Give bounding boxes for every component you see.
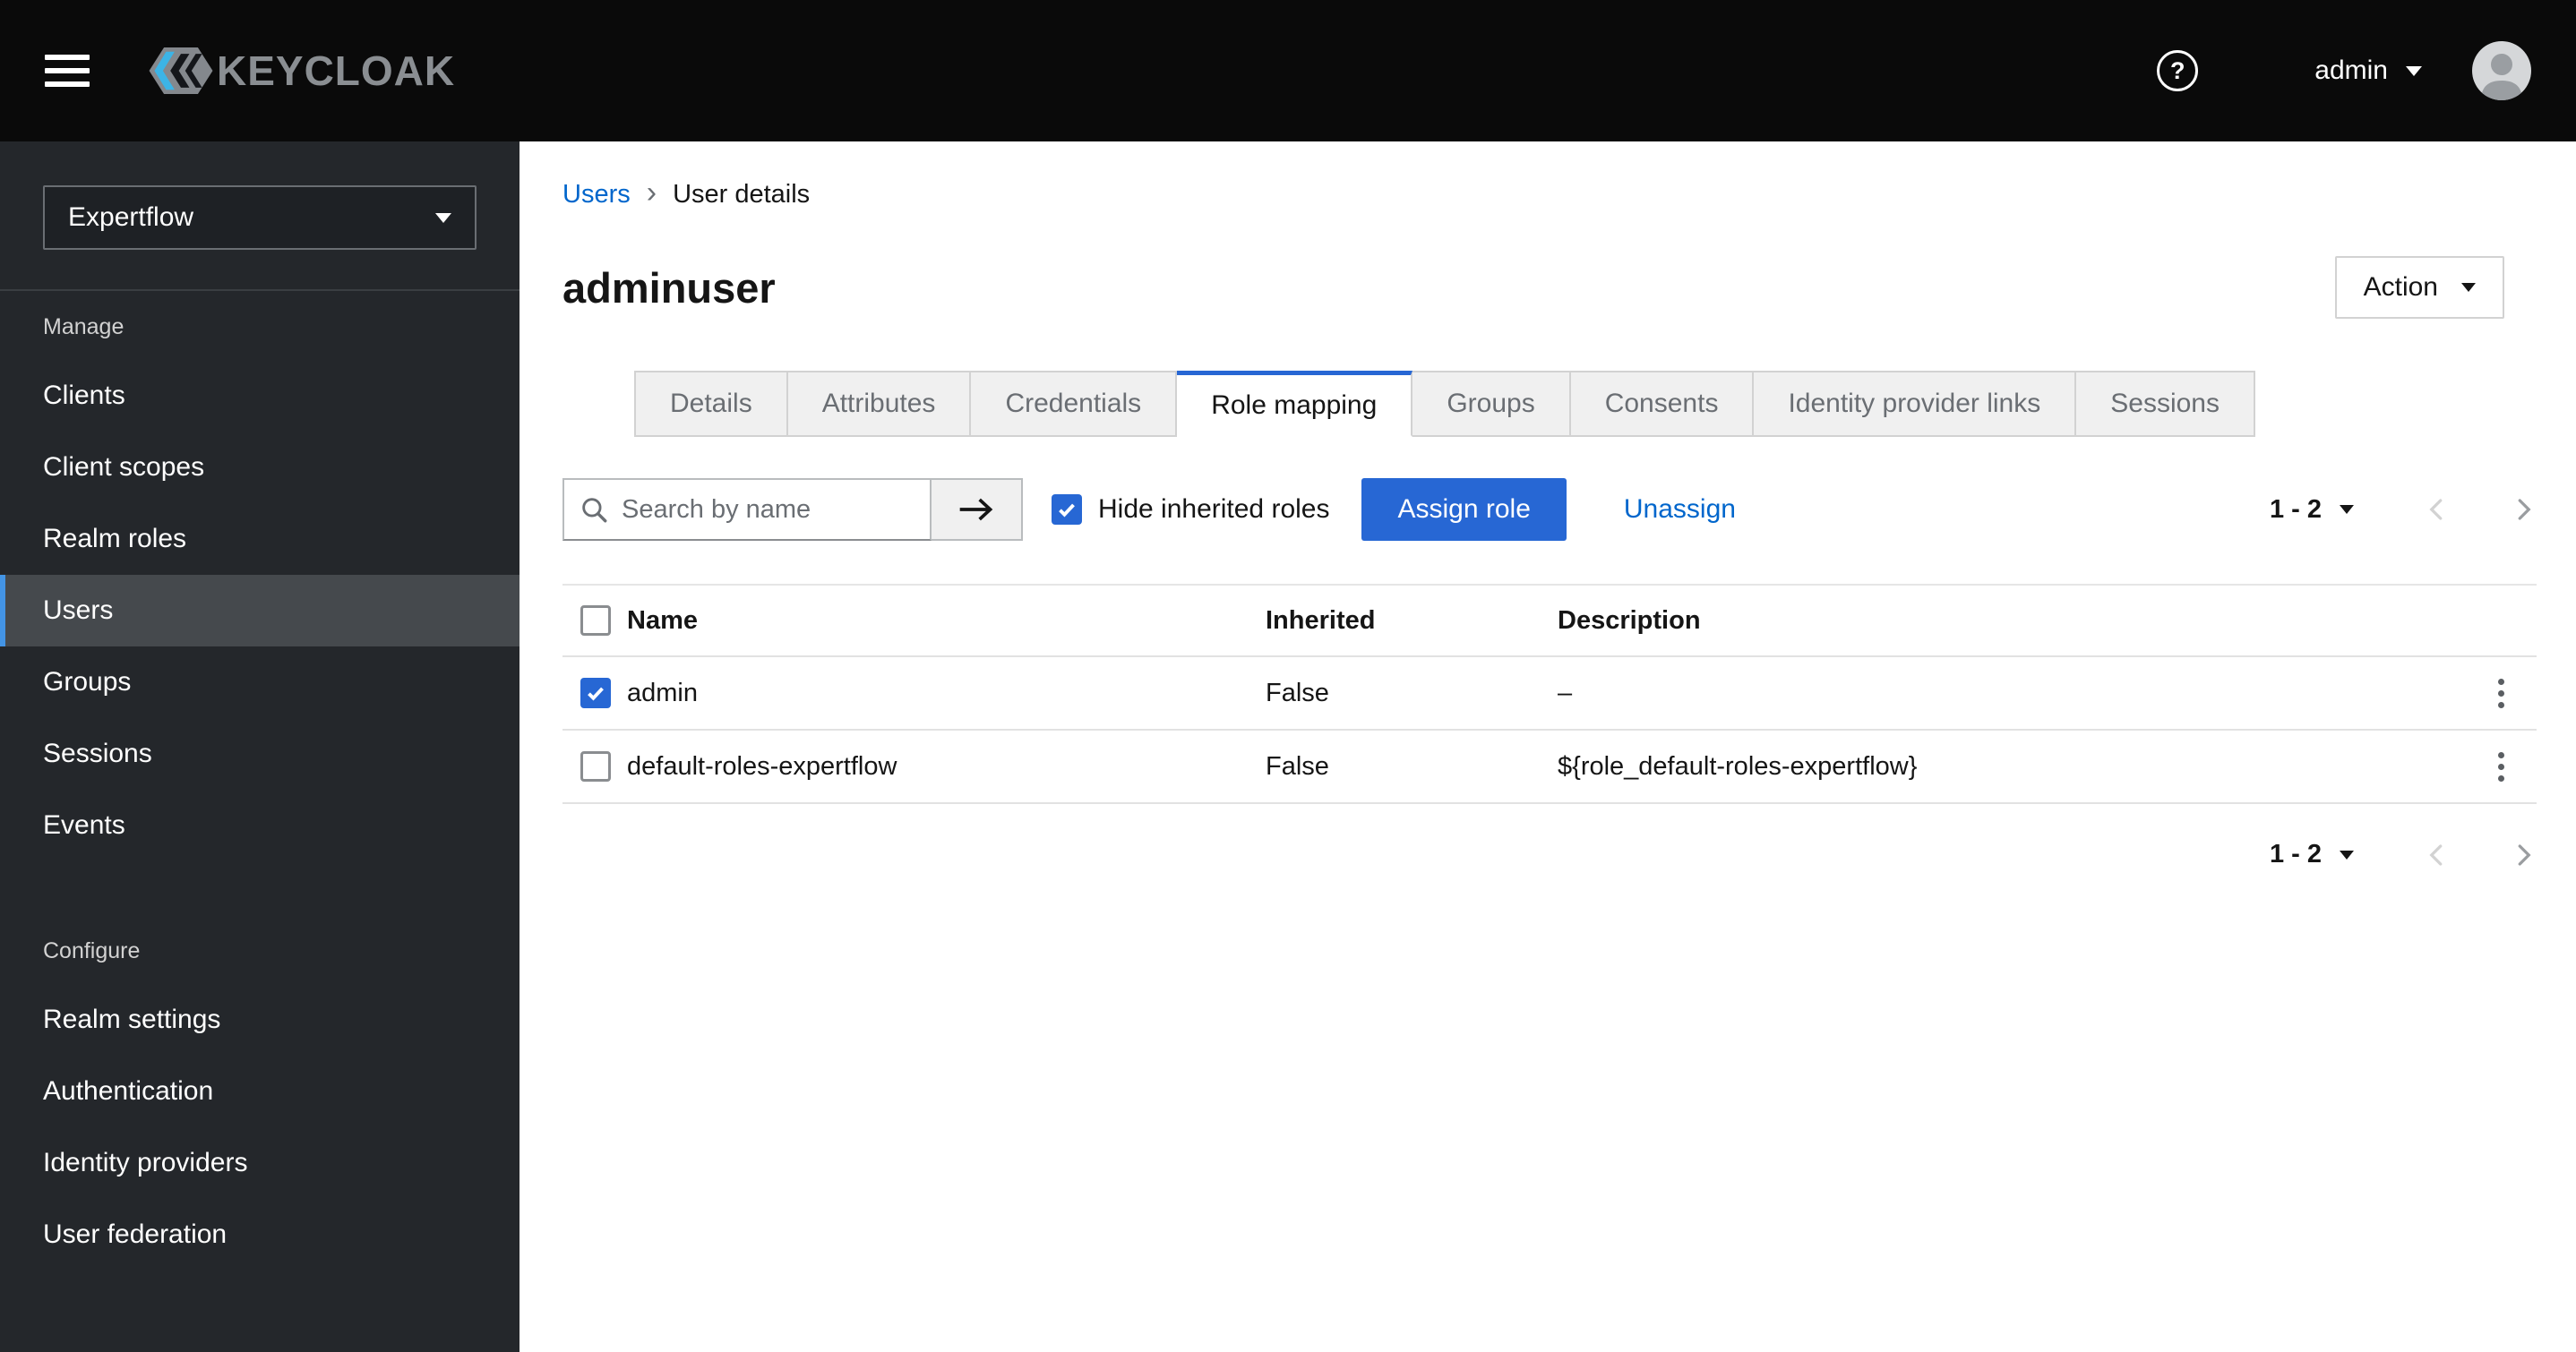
tab-consents[interactable]: Consents: [1570, 371, 1755, 437]
pagination-range: 1 - 2: [2269, 840, 2322, 869]
sidebar-item-identity-providers[interactable]: Identity providers: [0, 1127, 519, 1199]
role-inherited: False: [1266, 678, 1329, 707]
section-label: Configure: [43, 938, 141, 963]
nav-toggle-icon[interactable]: [45, 55, 90, 87]
sidebar-item-realm-roles[interactable]: Realm roles: [0, 503, 519, 575]
section-label: Manage: [43, 314, 125, 339]
role-mapping-toolbar: Hide inherited roles Assign role Unassig…: [562, 478, 2537, 541]
user-avatar-icon: [2481, 54, 2522, 100]
arrow-right-icon: [959, 498, 993, 521]
avatar[interactable]: [2472, 41, 2531, 100]
column-header-inherited: Inherited: [1266, 605, 1376, 635]
sidebar-item-sessions[interactable]: Sessions: [0, 718, 519, 790]
tab-groups[interactable]: Groups: [1413, 371, 1571, 437]
sidebar-item-groups[interactable]: Groups: [0, 646, 519, 718]
page-header: adminuser Action: [562, 256, 2537, 319]
tab-attributes[interactable]: Attributes: [787, 371, 972, 437]
action-dropdown-label: Action: [2363, 272, 2438, 302]
sidebar-item-realm-settings[interactable]: Realm settings: [0, 984, 519, 1056]
breadcrumb-current: User details: [673, 179, 811, 209]
tab-role-mapping[interactable]: Role mapping: [1177, 371, 1413, 437]
pagination-bottom: 1 - 2: [2270, 840, 2537, 869]
pagination-menu-toggle[interactable]: 1 - 2: [2270, 495, 2354, 525]
chevron-right-icon[interactable]: [2510, 842, 2537, 869]
keycloak-admin-console: KEYCLOAK ? admin Expertflow Manage Clien…: [0, 0, 2576, 1352]
select-all-checkbox[interactable]: [580, 605, 611, 636]
pagination-bottom-row: 1 - 2: [562, 840, 2537, 869]
chevron-down-icon: [2461, 283, 2476, 292]
pagination-menu-toggle[interactable]: 1 - 2: [2270, 840, 2354, 869]
realm-selector-value: Expertflow: [68, 202, 194, 232]
assign-role-button[interactable]: Assign role: [1361, 478, 1567, 541]
sidebar-section-configure: Configure Realm settings Authentication …: [0, 915, 519, 1271]
column-header-description: Description: [1558, 605, 1701, 635]
role-name: default-roles-expertflow: [627, 751, 897, 781]
masthead-right: ? admin: [2157, 41, 2531, 100]
help-icon[interactable]: ?: [2157, 50, 2199, 91]
search-icon: [579, 494, 609, 525]
tab-identity-provider-links[interactable]: Identity provider links: [1754, 371, 2077, 437]
main-content: Users › User details adminuser Action De…: [519, 141, 2576, 1352]
table-header-row: Name Inherited Description: [562, 584, 2537, 657]
tab-credentials[interactable]: Credentials: [971, 371, 1178, 437]
action-dropdown-button[interactable]: Action: [2334, 256, 2504, 319]
table-row-admin: admin False –: [562, 657, 2537, 731]
page-title: adminuser: [562, 263, 776, 312]
search-field: [562, 478, 932, 541]
unassign-link[interactable]: Unassign: [1624, 494, 1736, 525]
row-checkbox[interactable]: [580, 751, 611, 782]
pagination-top: 1 - 2: [2270, 495, 2537, 525]
chevron-left-icon[interactable]: [2424, 496, 2451, 523]
kebab-menu-icon[interactable]: [2489, 670, 2513, 717]
search-group: [562, 478, 1023, 541]
brand-wordmark: KEYCLOAK: [217, 47, 456, 94]
keycloak-logo[interactable]: KEYCLOAK: [149, 47, 455, 95]
breadcrumb-separator-icon: ›: [646, 175, 657, 210]
sidebar-item-client-scopes[interactable]: Client scopes: [0, 432, 519, 503]
role-description: –: [1558, 678, 1573, 707]
checkbox-checked-icon: [1052, 494, 1082, 525]
row-checkbox[interactable]: [580, 678, 611, 708]
chevron-left-icon[interactable]: [2424, 842, 2451, 869]
pagination-range: 1 - 2: [2269, 494, 2322, 524]
user-menu-label: admin: [2314, 56, 2388, 85]
role-name: admin: [627, 678, 698, 707]
hide-inherited-roles-label: Hide inherited roles: [1098, 494, 1330, 524]
role-inherited: False: [1266, 751, 1329, 781]
tab-bar: Details Attributes Credentials Role mapp…: [634, 371, 2537, 437]
chevron-down-icon: [2406, 65, 2422, 76]
sidebar-item-authentication[interactable]: Authentication: [0, 1056, 519, 1127]
masthead: KEYCLOAK ? admin: [0, 0, 2576, 141]
table-row-default-roles: default-roles-expertflow False ${role_de…: [562, 731, 2537, 804]
chevron-down-icon: [2340, 850, 2354, 860]
body: Expertflow Manage Clients Client scopes …: [0, 141, 2576, 1352]
role-description: ${role_default-roles-expertflow}: [1558, 751, 1918, 781]
search-input[interactable]: [562, 478, 932, 541]
sidebar-section-manage: Manage Clients Client scopes Realm roles…: [0, 291, 519, 861]
sidebar-item-clients[interactable]: Clients: [0, 360, 519, 432]
hide-inherited-roles-checkbox[interactable]: Hide inherited roles: [1052, 494, 1329, 525]
breadcrumb-link-users[interactable]: Users: [562, 180, 631, 210]
sidebar-item-events[interactable]: Events: [0, 790, 519, 861]
realm-selector[interactable]: Expertflow: [43, 185, 477, 250]
keycloak-logo-icon: [149, 47, 213, 94]
chevron-down-icon: [435, 212, 451, 223]
breadcrumb: Users › User details: [562, 177, 2537, 211]
sidebar-item-user-federation[interactable]: User federation: [0, 1199, 519, 1271]
sidebar-item-users[interactable]: Users: [0, 575, 519, 646]
search-submit-button[interactable]: [932, 478, 1023, 541]
chevron-right-icon[interactable]: [2510, 496, 2537, 523]
tab-details[interactable]: Details: [634, 371, 788, 437]
sidebar: Expertflow Manage Clients Client scopes …: [0, 141, 519, 1352]
tab-sessions[interactable]: Sessions: [2076, 371, 2255, 437]
chevron-down-icon: [2340, 505, 2354, 514]
kebab-menu-icon[interactable]: [2489, 743, 2513, 791]
column-header-name: Name: [627, 605, 698, 635]
user-menu[interactable]: admin: [2314, 56, 2422, 86]
role-mapping-table: Name Inherited Description admin False –: [562, 584, 2537, 804]
